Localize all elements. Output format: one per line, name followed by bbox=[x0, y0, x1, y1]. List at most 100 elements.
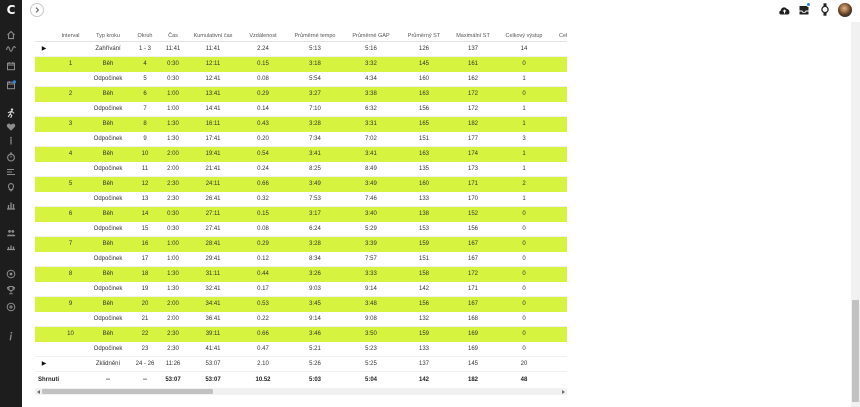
cell-avg-gap: 3:40 bbox=[346, 207, 396, 222]
calendar-icon[interactable] bbox=[6, 61, 16, 71]
stopwatch-icon[interactable] bbox=[6, 152, 16, 162]
expand-sidebar-button[interactable] bbox=[30, 3, 44, 17]
reports-icon[interactable] bbox=[6, 200, 16, 210]
cell-cumulative-time: 19:41 bbox=[184, 147, 242, 162]
horizontal-scrollbar-thumb[interactable] bbox=[42, 389, 213, 394]
cell-max-hr: 171 bbox=[452, 177, 494, 192]
cell-avg-gap: 3:50 bbox=[346, 327, 396, 342]
expander-cell bbox=[35, 147, 53, 162]
activity-wave-icon[interactable] bbox=[6, 44, 16, 54]
cell-total-ascent: 1 bbox=[494, 102, 554, 117]
cell-interval bbox=[53, 357, 88, 372]
lightbulb-icon[interactable] bbox=[6, 182, 16, 192]
cell-clipped bbox=[554, 147, 567, 162]
cell-avg-pace: 8:25 bbox=[284, 162, 346, 177]
performance-icon[interactable] bbox=[6, 167, 16, 177]
cell-avg-pace: 3:18 bbox=[284, 57, 346, 72]
cell-interval: 1 bbox=[53, 57, 88, 72]
cell-distance: 0.14 bbox=[242, 102, 284, 117]
cell-lap: 17 bbox=[128, 252, 162, 267]
cell-time: 11:26 bbox=[162, 357, 184, 372]
cell-interval: 5 bbox=[53, 177, 88, 192]
cell-cumulative-time: 13:41 bbox=[184, 87, 242, 102]
expander-cell bbox=[35, 207, 53, 222]
cell-step-type: Zklidnění bbox=[88, 357, 128, 372]
cell-avg-hr: 165 bbox=[396, 117, 452, 132]
cell-max-hr: 182 bbox=[452, 117, 494, 132]
calendar-badge-icon[interactable] bbox=[6, 80, 16, 90]
cell-avg-hr: 158 bbox=[396, 267, 452, 282]
leaderboard-icon[interactable] bbox=[6, 241, 16, 251]
cell-max-hr: 170 bbox=[452, 192, 494, 207]
cell-avg-hr: 133 bbox=[396, 342, 452, 357]
app-logo[interactable]: C bbox=[0, 3, 22, 17]
cell-interval: 10 bbox=[53, 327, 88, 342]
home-icon[interactable] bbox=[6, 30, 16, 40]
cell-lap: 14 bbox=[128, 207, 162, 222]
cell-clipped bbox=[554, 282, 567, 297]
expand-row-icon[interactable]: ▶ bbox=[35, 357, 53, 372]
cell-step-type: Odpočinek bbox=[88, 102, 128, 117]
vertical-scrollbar[interactable] bbox=[851, 22, 860, 407]
people-icon[interactable] bbox=[6, 228, 16, 238]
top-bar bbox=[22, 0, 851, 22]
notification-badge bbox=[806, 2, 811, 7]
cell-avg-hr: 160 bbox=[396, 177, 452, 192]
cell-lap: 10 bbox=[128, 147, 162, 162]
cell-distance: 0.66 bbox=[242, 327, 284, 342]
scroll-right-icon[interactable] bbox=[562, 389, 565, 394]
cell-time: 2:30 bbox=[162, 327, 184, 342]
column-header-total-ascent: Celkový výstup bbox=[494, 31, 554, 42]
summary-label: Shrnutí bbox=[38, 376, 59, 383]
expand-row-icon[interactable]: ▶ bbox=[35, 42, 53, 57]
cell-interval: 3 bbox=[53, 117, 88, 132]
expander-cell bbox=[35, 327, 53, 342]
heart-icon[interactable] bbox=[6, 122, 16, 132]
table-row: Odpočinek 15 0:30 27:41 0.08 6:24 5:29 153 156 0 bbox=[35, 222, 567, 237]
info-icon[interactable] bbox=[6, 331, 16, 341]
cell-total-ascent: 1 bbox=[494, 162, 554, 177]
bar-indicator-icon[interactable] bbox=[6, 136, 16, 146]
summary-avg-gap: 5:04 bbox=[364, 376, 377, 383]
cell-avg-hr: 159 bbox=[396, 327, 452, 342]
horizontal-scrollbar[interactable] bbox=[35, 388, 567, 395]
target-icon[interactable] bbox=[6, 269, 16, 279]
trophy-icon[interactable] bbox=[6, 285, 16, 295]
cell-lap: 16 bbox=[128, 237, 162, 252]
cell-avg-pace: 7:53 bbox=[284, 192, 346, 207]
cell-avg-hr: 156 bbox=[396, 297, 452, 312]
summary-row: Shrnutí -- -- 53:07 53:07 10.52 5:03 5:0… bbox=[35, 372, 567, 387]
watch-icon[interactable] bbox=[821, 3, 829, 16]
summary-total-ascent: 48 bbox=[520, 376, 528, 383]
cell-clipped bbox=[554, 222, 567, 237]
cell-avg-hr: 163 bbox=[396, 87, 452, 102]
cell-avg-pace: 9:14 bbox=[284, 312, 346, 327]
cell-avg-gap: 3:38 bbox=[346, 87, 396, 102]
cloud-upload-icon[interactable] bbox=[778, 5, 791, 15]
expander-cell bbox=[35, 267, 53, 282]
cell-avg-gap: 7:46 bbox=[346, 192, 396, 207]
table-row[interactable]: ▶ Zahřívání 1 - 3 11:41 11:41 2.24 5:13 5:16 126… bbox=[35, 42, 567, 57]
cell-interval: 4 bbox=[53, 147, 88, 162]
cell-avg-pace: 3:41 bbox=[284, 147, 346, 162]
user-avatar[interactable] bbox=[838, 3, 852, 17]
cell-avg-gap: 3:33 bbox=[346, 267, 396, 282]
cell-max-hr: 162 bbox=[452, 72, 494, 87]
cell-total-ascent: 1 bbox=[494, 117, 554, 132]
cell-clipped bbox=[554, 42, 567, 57]
cell-lap: 22 bbox=[128, 327, 162, 342]
vertical-scrollbar-thumb[interactable] bbox=[852, 300, 859, 402]
cell-cumulative-time: 29:41 bbox=[184, 252, 242, 267]
runner-icon[interactable] bbox=[6, 108, 16, 118]
expander-cell bbox=[35, 102, 53, 117]
cell-avg-hr: 138 bbox=[396, 207, 452, 222]
cell-time: 2:00 bbox=[162, 162, 184, 177]
intervals-table-scroll-area[interactable]: Interval Typ kroku Okruh Čas Kumulativní… bbox=[35, 31, 567, 388]
cell-time: 1:30 bbox=[162, 282, 184, 297]
cell-lap: 18 bbox=[128, 267, 162, 282]
cell-time: 1:00 bbox=[162, 102, 184, 117]
scroll-left-icon[interactable] bbox=[37, 389, 40, 394]
table-row[interactable]: ▶ Zklidnění 24 - 26 11:26 53:07 2.10 5:26 5:25 1… bbox=[35, 357, 567, 372]
add-circle-icon[interactable] bbox=[6, 302, 16, 312]
cell-max-hr: 161 bbox=[452, 57, 494, 72]
